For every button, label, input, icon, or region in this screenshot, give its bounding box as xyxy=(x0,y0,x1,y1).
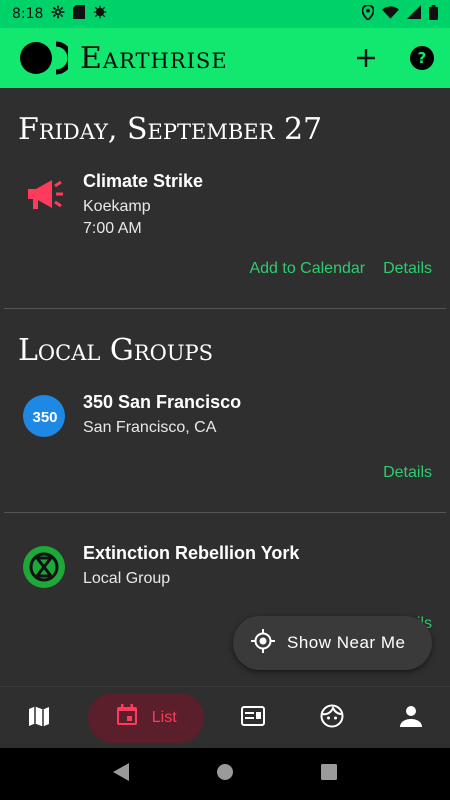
group-350-logo-icon: 350 xyxy=(20,392,68,440)
svg-text:?: ? xyxy=(418,49,427,67)
group-350-badge-text: 350 xyxy=(32,409,57,426)
app-bar: Earthrise ? xyxy=(0,28,450,88)
calendar-icon xyxy=(116,704,138,731)
bottom-navigation: List xyxy=(0,686,450,748)
event-item[interactable]: Climate Strike Koekamp 7:00 AM xyxy=(0,171,450,238)
main-content[interactable]: Friday, September 27 Climate Strike Koek… xyxy=(0,88,450,686)
nav-list[interactable]: List xyxy=(88,692,205,743)
status-bar: 8:18 xyxy=(0,0,450,28)
group-name: 350 San Francisco xyxy=(83,392,242,412)
show-near-me-label: Show Near Me xyxy=(287,633,406,652)
my-location-icon xyxy=(251,628,275,658)
group-subtitle: Local Group xyxy=(83,570,171,587)
face-icon xyxy=(320,704,344,732)
recents-icon[interactable] xyxy=(320,764,337,784)
news-card-icon xyxy=(240,705,265,730)
battery-icon xyxy=(429,4,438,24)
group-actions: Details xyxy=(0,464,450,482)
add-icon[interactable] xyxy=(352,44,380,72)
extinction-symbol-icon xyxy=(20,543,68,591)
event-actions: Add to Calendar Details xyxy=(0,260,450,278)
app-title: Earthrise xyxy=(80,40,228,76)
group-subtitle: San Francisco, CA xyxy=(83,419,217,436)
group-name: Extinction Rebellion York xyxy=(83,543,300,563)
map-icon xyxy=(28,705,50,731)
earthrise-logo xyxy=(20,41,68,75)
megaphone-icon xyxy=(20,171,68,219)
show-near-me-button[interactable]: Show Near Me xyxy=(233,616,432,670)
location-icon xyxy=(361,3,375,24)
debug-icon xyxy=(93,5,107,23)
group-item[interactable]: Extinction Rebellion York Local Group xyxy=(0,543,450,591)
event-title: Climate Strike xyxy=(83,171,204,191)
person-icon xyxy=(399,705,422,731)
wifi-icon xyxy=(382,5,399,23)
sd-card-icon xyxy=(73,5,86,23)
event-location: Koekamp xyxy=(83,198,151,215)
add-to-calendar-link[interactable]: Add to Calendar xyxy=(249,260,365,278)
nav-profile[interactable] xyxy=(381,693,441,743)
nav-news[interactable] xyxy=(223,693,283,743)
date-heading: Friday, September 27 xyxy=(18,112,323,147)
event-time: 7:00 AM xyxy=(83,220,142,237)
signal-icon xyxy=(407,5,421,23)
nav-community[interactable] xyxy=(302,693,362,743)
system-navigation-bar xyxy=(0,748,450,800)
help-icon[interactable]: ? xyxy=(408,44,436,72)
clock: 8:18 xyxy=(12,6,44,22)
group-details-link[interactable]: Details xyxy=(383,464,432,482)
nav-list-label: List xyxy=(151,708,177,726)
back-icon[interactable] xyxy=(113,763,130,785)
local-groups-heading: Local Groups xyxy=(18,333,214,368)
home-icon[interactable] xyxy=(216,763,234,785)
settings-icon xyxy=(51,5,65,23)
group-item[interactable]: 350 350 San Francisco San Francisco, CA xyxy=(0,392,450,440)
event-details-link[interactable]: Details xyxy=(383,260,432,278)
nav-map[interactable] xyxy=(9,693,69,743)
